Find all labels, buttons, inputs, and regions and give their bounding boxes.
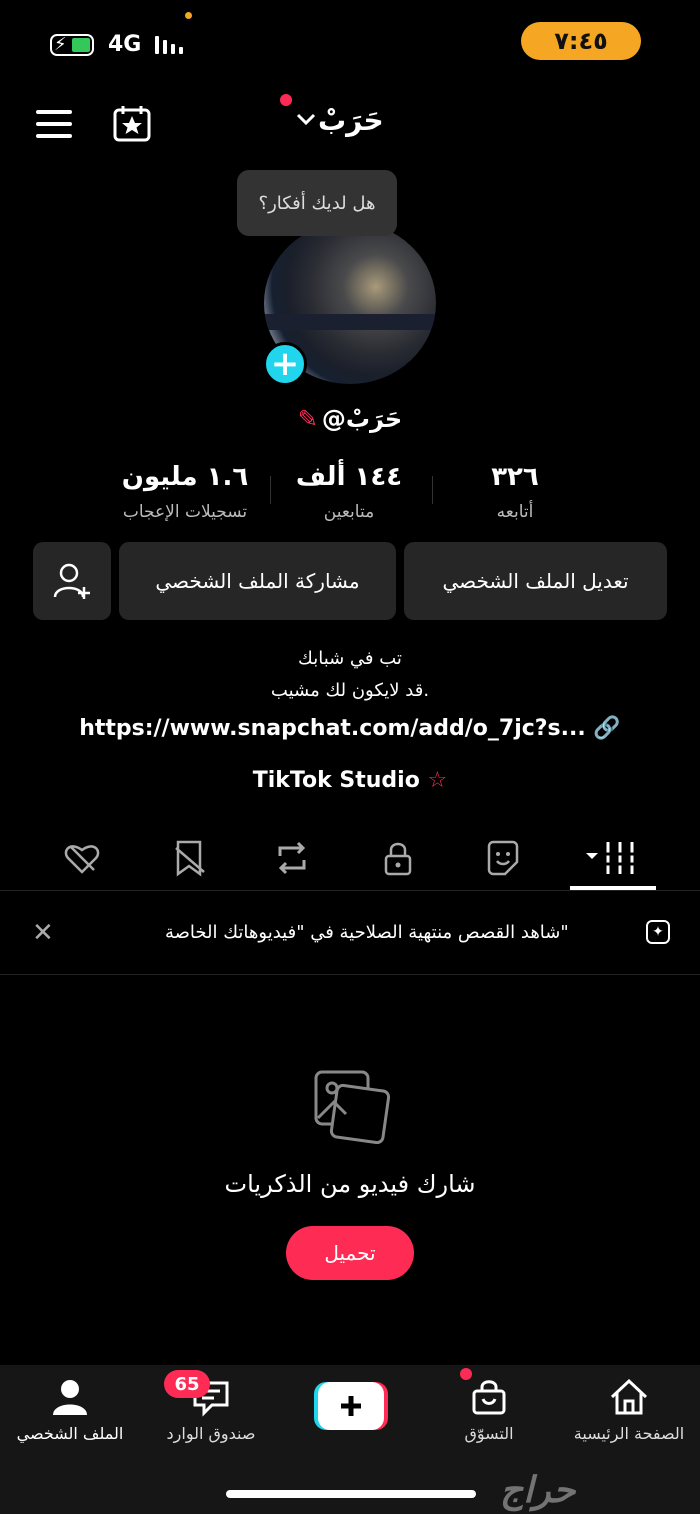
share-profile-button[interactable]: مشاركة الملف الشخصي <box>119 542 396 620</box>
haraj-watermark: حراج <box>500 1470 576 1511</box>
create-button[interactable] <box>314 1380 388 1432</box>
liked-videos-tab-icon[interactable] <box>62 838 102 878</box>
photos-icon <box>314 1070 391 1144</box>
nav-profile[interactable]: الملف الشخصي <box>5 1376 135 1443</box>
home-icon <box>610 1378 648 1415</box>
nav-shop[interactable]: التسوّق <box>424 1376 554 1443</box>
favorites-tab-icon[interactable] <box>170 838 210 878</box>
edit-pen-icon: ✎ <box>297 405 318 433</box>
banner-text[interactable]: شاهد القصص منتهية الصلاحية في "فيديوهاتك… <box>165 922 569 943</box>
tiktok-studio-link[interactable]: TikTok Studio ☆ <box>0 768 700 793</box>
menu-icon[interactable] <box>36 110 72 138</box>
ideas-tooltip[interactable]: هل لديك أفكار؟ <box>237 170 397 236</box>
battery-icon: ⚡ <box>50 34 94 56</box>
profile-handle[interactable]: ✎ @حَرَبْ <box>0 405 700 433</box>
chevron-down-icon[interactable] <box>295 108 317 130</box>
sparkle-icon: ✦ <box>646 920 670 944</box>
account-switcher-title[interactable]: حَرَبْ <box>318 104 384 137</box>
bio-link[interactable]: https://www.snapchat.com/add/o_7jc?s... … <box>0 716 700 741</box>
signal-icon <box>155 36 183 54</box>
edit-profile-button[interactable]: تعديل الملف الشخصي <box>404 542 667 620</box>
bio-line: تب في شبابك <box>298 648 402 669</box>
stat-likes[interactable]: ١.٦ مليون تسجيلات الإعجاب <box>100 462 270 522</box>
bio-line: قد لايكون لك مشيب. <box>270 680 430 701</box>
link-icon: 🔗 <box>593 716 621 741</box>
nav-home[interactable]: الصفحة الرئيسية <box>564 1376 694 1443</box>
privacy-indicator-dot <box>185 12 192 19</box>
status-time: ٧:٤٥ <box>521 22 641 60</box>
videos-grid-tab-icon[interactable] <box>584 838 640 878</box>
tabs-divider <box>0 890 700 891</box>
inbox-badge: 65 <box>164 1370 210 1398</box>
home-indicator[interactable] <box>226 1490 476 1498</box>
creator-icon: ☆ <box>427 768 448 793</box>
stat-followers[interactable]: ١٤٤ ألف متابعين <box>264 462 434 522</box>
calendar-star-icon[interactable] <box>112 104 154 144</box>
add-friends-button[interactable] <box>33 542 111 620</box>
upload-button[interactable]: تحميل <box>286 1226 414 1280</box>
stat-following[interactable]: ٣٢٦ أتابعه <box>430 462 600 522</box>
network-label: 4G <box>108 32 142 57</box>
sticker-tab-icon[interactable] <box>483 838 523 878</box>
shopping-bag-icon <box>472 1380 506 1415</box>
repost-tab-icon[interactable] <box>272 838 312 878</box>
add-story-button[interactable]: + <box>263 342 307 386</box>
lock-tab-icon[interactable] <box>378 838 418 878</box>
add-user-icon <box>53 563 90 599</box>
notification-dot <box>280 94 292 106</box>
empty-state-title: شارك فيديو من الذكريات <box>224 1170 476 1198</box>
profile-icon <box>53 1380 87 1415</box>
close-icon[interactable]: ✕ <box>32 918 54 948</box>
